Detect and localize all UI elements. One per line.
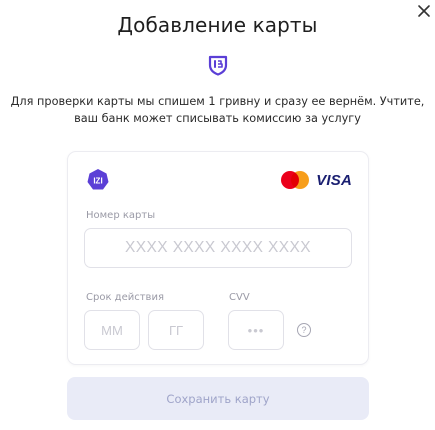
izi-logo-text: IZI — [93, 177, 102, 186]
help-icon[interactable]: ? — [297, 323, 311, 337]
expiry-year-input[interactable]: ГГ — [148, 310, 204, 350]
card-number-label: Номер карты — [86, 210, 156, 221]
modal-title: Добавление карты — [117, 13, 318, 37]
card-brands: VISA — [281, 171, 352, 189]
cvv-label: CVV — [229, 292, 250, 303]
description-line-2: ваш банк может списывать комиссию за усл… — [74, 112, 361, 125]
card-form: IZI VISA Номер карты XXXX XXXX XXXX XXXX… — [67, 151, 369, 365]
expiry-month-input[interactable]: ММ — [84, 310, 140, 350]
cvv-input[interactable]: ••• — [228, 310, 284, 350]
description-text: Для проверки карты мы спишем 1 гривну и … — [4, 93, 431, 127]
close-icon[interactable] — [415, 2, 433, 20]
izi-logo: IZI — [86, 168, 110, 192]
mastercard-logo — [281, 171, 310, 189]
add-card-modal: Добавление карты Для проверки карты мы с… — [0, 0, 435, 430]
save-card-button[interactable]: Сохранить карту — [67, 377, 369, 420]
shield-icon — [207, 54, 229, 76]
card-number-input[interactable]: XXXX XXXX XXXX XXXX — [84, 228, 352, 268]
expiry-label: Срок действия — [86, 292, 164, 303]
description-line-1: Для проверки карты мы спишем 1 гривну и … — [10, 95, 425, 108]
visa-logo: VISA — [316, 171, 352, 189]
